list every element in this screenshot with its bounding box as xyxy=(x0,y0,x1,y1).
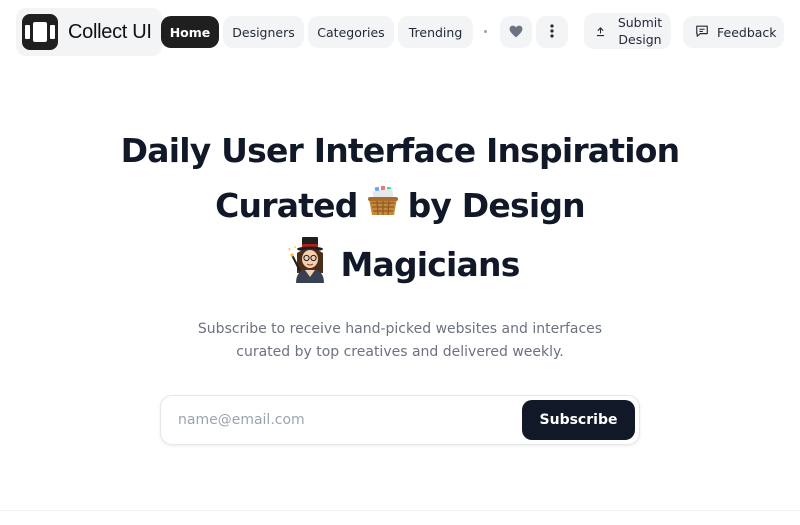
subscribe-form: Subscribe xyxy=(160,395,640,445)
brand-logo[interactable]: Collect UI xyxy=(16,8,162,56)
nav-categories[interactable]: Categories xyxy=(308,16,394,48)
feedback-button[interactable]: Feedback xyxy=(683,16,784,48)
magician-emoji xyxy=(288,235,332,293)
hero-line2-before: Curated xyxy=(215,185,358,225)
hero-title-line2: Curated by Design xyxy=(0,183,800,227)
section-divider xyxy=(0,510,800,511)
hero-title-line1: Daily User Interface Inspiration xyxy=(0,128,800,172)
more-button[interactable] xyxy=(536,16,568,48)
upload-icon xyxy=(596,22,605,41)
hero-subtitle: Subscribe to receive hand-picked website… xyxy=(0,318,800,364)
email-field[interactable] xyxy=(162,397,517,443)
hero-title-line3: Magicians xyxy=(0,235,800,293)
hero-line1-text: Daily User Interface Inspiration xyxy=(120,130,680,170)
feedback-label: Feedback xyxy=(717,24,777,40)
nav-trending[interactable]: Trending xyxy=(398,16,473,48)
brand-name: Collect UI xyxy=(68,20,152,43)
hero-line3-text: Magicians xyxy=(340,244,520,284)
nav-home[interactable]: Home xyxy=(161,16,219,48)
nav-designers[interactable]: Designers xyxy=(223,16,304,48)
video-frames-icon xyxy=(22,14,58,50)
more-vertical-icon xyxy=(550,23,554,42)
subtitle-line2: curated by top creatives and delivered w… xyxy=(236,344,564,360)
hero-line2-after: by Design xyxy=(407,185,586,225)
favorites-button[interactable] xyxy=(500,16,532,48)
subtitle-line1: Subscribe to receive hand-picked website… xyxy=(197,321,603,337)
subscribe-button[interactable]: Subscribe xyxy=(522,400,635,440)
submit-design-label: Submit Design xyxy=(617,15,663,47)
message-icon xyxy=(695,23,709,42)
basket-emoji xyxy=(366,184,400,226)
heart-icon xyxy=(509,23,523,42)
nav-separator xyxy=(484,30,487,33)
submit-design-button[interactable]: Submit Design xyxy=(584,13,671,49)
